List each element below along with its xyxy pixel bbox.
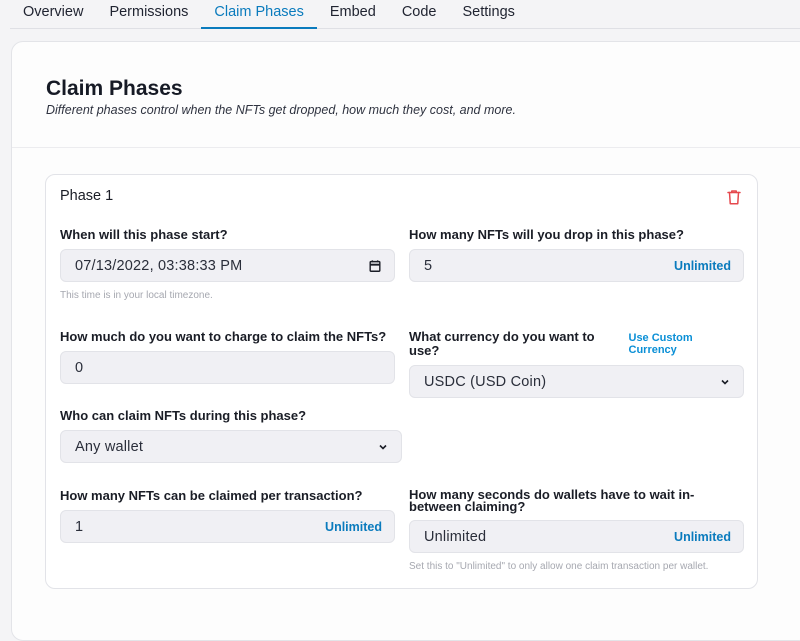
who-can-claim-field: Who can claim NFTs during this phase? An…	[60, 409, 402, 463]
currency-value: USDC (USD Coin)	[424, 373, 547, 390]
chevron-down-icon	[379, 444, 387, 450]
price-label: How much do you want to charge to claim …	[60, 329, 387, 344]
price-field: How much do you want to charge to claim …	[60, 330, 395, 384]
wait-seconds-field: How many seconds do wallets have to wait…	[409, 487, 744, 572]
per-transaction-label: How many NFTs can be claimed per transac…	[60, 488, 363, 503]
start-helper: This time is in your local timezone.	[60, 290, 213, 301]
currency-select[interactable]: USDC (USD Coin)	[409, 365, 744, 398]
drop-count-input[interactable]: 5 Unlimited	[409, 249, 744, 282]
price-value: 0	[75, 359, 84, 376]
wait-seconds-input[interactable]: Unlimited Unlimited	[409, 520, 744, 553]
who-can-claim-value: Any wallet	[75, 438, 144, 455]
who-can-claim-label: Who can claim NFTs during this phase?	[60, 408, 307, 423]
tab-claim-phases[interactable]: Claim Phases	[201, 0, 318, 29]
tab-bar: Overview Permissions Claim Phases Embed …	[10, 0, 800, 29]
tab-embed[interactable]: Embed	[317, 0, 389, 28]
drop-count-value: 5	[424, 257, 433, 274]
start-datetime-input[interactable]: 07/13/2022, 03:38:33 PM	[60, 249, 395, 282]
wait-seconds-unlimited-button[interactable]: Unlimited	[674, 530, 731, 544]
drop-count-unlimited-button[interactable]: Unlimited	[674, 259, 731, 273]
tab-permissions[interactable]: Permissions	[96, 0, 201, 28]
currency-field: What currency do you want to use? Use Cu…	[409, 330, 744, 398]
tab-overview[interactable]: Overview	[10, 0, 96, 28]
currency-label: What currency do you want to use?	[409, 329, 595, 358]
tab-code[interactable]: Code	[389, 0, 450, 28]
wait-seconds-label: How many seconds do wallets have to wait…	[409, 487, 695, 514]
phase-card: Phase 1 When will this phase start? 07/1…	[45, 174, 758, 589]
per-transaction-field: How many NFTs can be claimed per transac…	[60, 489, 395, 543]
drop-count-label: How many NFTs will you drop in this phas…	[409, 227, 684, 242]
page-title: Claim Phases	[46, 77, 183, 100]
calendar-icon[interactable]	[368, 259, 382, 273]
trash-icon[interactable]	[725, 188, 743, 206]
page-subtitle: Different phases control when the NFTs g…	[46, 103, 516, 117]
phase-title: Phase 1	[60, 188, 114, 204]
tab-settings[interactable]: Settings	[449, 0, 527, 28]
claim-phases-panel: Claim Phases Different phases control wh…	[11, 41, 800, 641]
start-field: When will this phase start? 07/13/2022, …	[60, 228, 395, 301]
wait-seconds-helper: Set this to "Unlimited" to only allow on…	[409, 561, 709, 572]
use-custom-currency-link[interactable]: Use Custom Currency	[629, 332, 745, 356]
panel-header: Claim Phases Different phases control wh…	[12, 42, 800, 148]
per-transaction-input[interactable]: 1 Unlimited	[60, 510, 395, 543]
who-can-claim-select[interactable]: Any wallet	[60, 430, 402, 463]
chevron-down-icon	[721, 379, 729, 385]
per-transaction-unlimited-button[interactable]: Unlimited	[325, 520, 382, 534]
start-value: 07/13/2022, 03:38:33 PM	[75, 257, 243, 274]
wait-seconds-value: Unlimited	[424, 528, 487, 545]
per-transaction-value: 1	[75, 518, 84, 535]
start-label: When will this phase start?	[60, 227, 228, 242]
price-input[interactable]: 0	[60, 351, 395, 384]
drop-count-field: How many NFTs will you drop in this phas…	[409, 228, 744, 282]
